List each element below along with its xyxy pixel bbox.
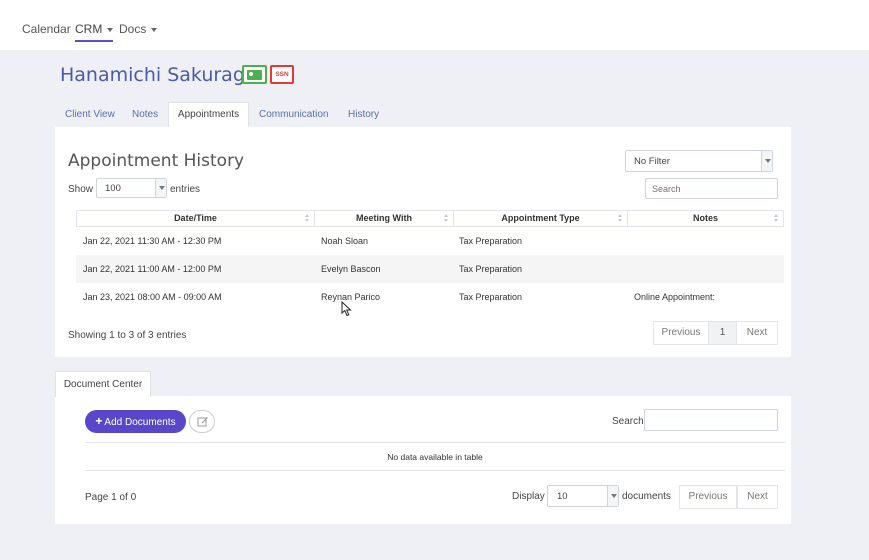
top-navigation: Calendar CRM Docs — [0, 0, 869, 50]
cell-notes: Online Appointment: — [634, 292, 716, 302]
column-header-notes[interactable]: Notes — [628, 211, 783, 226]
edit-button[interactable] — [189, 410, 215, 433]
page-size-select[interactable]: 100 — [96, 178, 167, 198]
display-count-value: 10 — [557, 491, 568, 502]
column-header-datetime[interactable]: Date/Time — [77, 211, 315, 226]
display-count-select[interactable]: 10 — [547, 485, 619, 507]
edit-icon — [197, 417, 208, 427]
next-page-button[interactable]: Next — [736, 321, 778, 345]
tab-document-center[interactable]: Document Center — [55, 371, 151, 397]
ssn-icon[interactable]: SSN — [270, 65, 294, 84]
show-label: Show — [68, 184, 94, 195]
column-header-label: Meeting With — [356, 213, 412, 223]
entries-label: entries — [170, 184, 201, 195]
cell-meeting-with: Noah Sloan — [321, 236, 369, 246]
documents-next-button[interactable]: Next — [737, 485, 778, 509]
sort-icon — [774, 214, 779, 223]
search-input[interactable] — [645, 178, 778, 199]
tab-history[interactable]: History — [348, 109, 379, 120]
cell-appointment-type: Tax Preparation — [459, 264, 523, 274]
previous-page-button[interactable]: Previous — [653, 321, 709, 345]
table-row[interactable]: Jan 22, 2021 11:00 AM - 12:00 PM Evelyn … — [76, 255, 784, 283]
column-header-appointment-type[interactable]: Appointment Type — [454, 211, 628, 226]
caret-down-icon — [761, 151, 772, 171]
add-documents-label: Add Documents — [104, 417, 176, 428]
cell-meeting-with: Evelyn Bascon — [321, 264, 381, 274]
nav-docs[interactable]: Docs — [119, 22, 158, 36]
nav-crm[interactable]: CRM — [75, 22, 114, 42]
page-1-button[interactable]: 1 — [708, 321, 737, 345]
column-header-label: Date/Time — [174, 213, 217, 223]
page-info: Page 1 of 0 — [85, 492, 137, 503]
add-documents-button[interactable]: + Add Documents — [85, 410, 186, 433]
caret-down-icon — [151, 27, 158, 32]
tab-notes[interactable]: Notes — [132, 109, 158, 120]
nav-calendar-label: Calendar — [22, 22, 71, 36]
id-card-icon[interactable] — [242, 65, 267, 84]
nav-crm-label: CRM — [75, 22, 103, 36]
tab-appointments[interactable]: Appointments — [168, 102, 249, 128]
cell-datetime: Jan 23, 2021 08:00 AM - 09:00 AM — [83, 292, 222, 302]
tab-communication[interactable]: Communication — [259, 109, 328, 120]
filter-select[interactable]: No Filter — [625, 150, 773, 172]
column-header-meeting-with[interactable]: Meeting With — [315, 211, 454, 226]
document-search-input[interactable] — [644, 409, 778, 431]
mouse-cursor-icon — [341, 301, 352, 317]
documents-previous-button[interactable]: Previous — [679, 485, 737, 509]
cell-appointment-type: Tax Preparation — [459, 292, 523, 302]
entries-summary: Showing 1 to 3 of 3 entries — [68, 330, 187, 341]
page-size-value: 100 — [105, 183, 121, 194]
caret-down-icon — [107, 27, 114, 32]
client-name: Hanamichi Sakuragi — [60, 64, 251, 86]
sort-icon — [444, 214, 449, 223]
tab-client-view[interactable]: Client View — [65, 109, 115, 120]
table-header: Date/Time Meeting With Appointment Type … — [76, 210, 784, 227]
plus-icon: + — [95, 414, 103, 428]
column-header-label: Appointment Type — [501, 213, 580, 223]
sort-icon — [305, 214, 310, 223]
table-row[interactable]: Jan 23, 2021 08:00 AM - 09:00 AM Reynan … — [76, 283, 784, 311]
sort-icon — [618, 214, 623, 223]
nav-calendar[interactable]: Calendar — [22, 22, 71, 36]
table-row[interactable]: Jan 22, 2021 11:30 AM - 12:30 PM Noah Sl… — [76, 227, 784, 255]
empty-table-message: No data available in table — [85, 442, 785, 471]
documents-label: documents — [622, 491, 671, 502]
document-search-label: Search: — [612, 416, 647, 427]
display-label: Display — [512, 491, 545, 502]
cell-appointment-type: Tax Preparation — [459, 236, 523, 246]
cell-datetime: Jan 22, 2021 11:00 AM - 12:00 PM — [83, 264, 222, 274]
column-header-label: Notes — [692, 213, 718, 223]
appointment-history-title: Appointment History — [68, 151, 245, 171]
caret-down-icon — [607, 486, 618, 506]
nav-docs-label: Docs — [119, 22, 147, 36]
caret-down-icon — [155, 179, 166, 197]
filter-value: No Filter — [634, 156, 670, 167]
cell-datetime: Jan 22, 2021 11:30 AM - 12:30 PM — [83, 236, 222, 246]
